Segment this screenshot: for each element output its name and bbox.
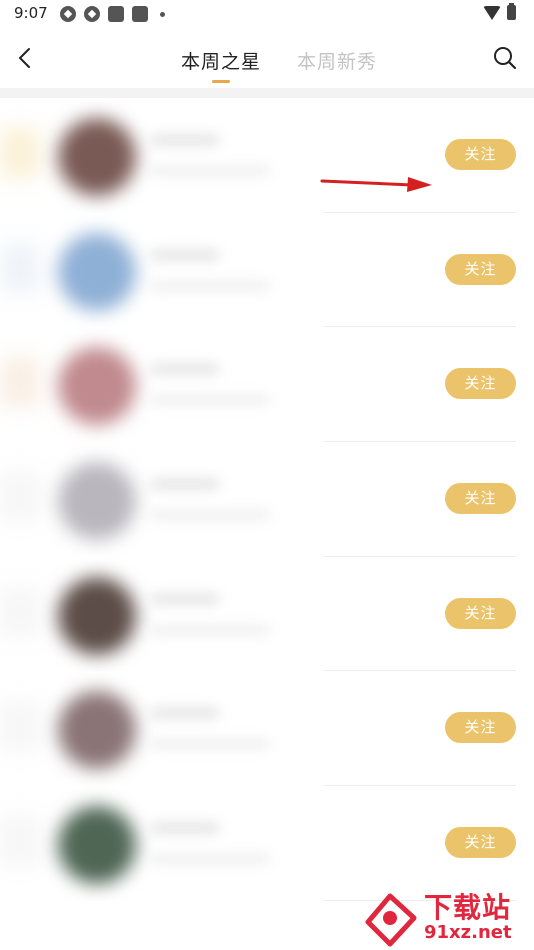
blurred-decoration	[0, 586, 40, 637]
search-icon[interactable]	[492, 45, 518, 71]
blurred-username	[150, 478, 220, 491]
blurred-description	[150, 510, 270, 521]
blurred-username	[150, 592, 220, 605]
red-arrow-annotation	[320, 177, 432, 192]
list-item[interactable]: 关注	[0, 327, 534, 442]
avatar[interactable]	[58, 462, 136, 541]
blurred-username	[150, 707, 220, 720]
watermark-url: 91xz.net	[424, 922, 512, 943]
list-item[interactable]: 关注	[0, 98, 534, 213]
avatar[interactable]	[58, 118, 136, 196]
list-item[interactable]: 关注	[0, 442, 534, 557]
blurred-user-info	[0, 327, 322, 442]
status-bar: 9:07	[0, 0, 534, 28]
list-item[interactable]: 关注	[0, 671, 534, 786]
blurred-username	[150, 363, 220, 376]
follow-button[interactable]: 关注	[445, 139, 516, 170]
tab-indicator	[212, 80, 230, 83]
wifi-icon	[483, 5, 501, 20]
blurred-username	[150, 822, 220, 835]
watermark-title: 下载站	[424, 891, 512, 924]
follow-button[interactable]: 关注	[445, 827, 516, 859]
follow-button[interactable]: 关注	[445, 368, 516, 400]
blurred-decoration	[0, 128, 40, 178]
blurred-user-info	[0, 786, 322, 901]
chevron-left-icon[interactable]	[14, 46, 38, 70]
avatar[interactable]	[58, 806, 136, 885]
list-item[interactable]: 关注	[0, 786, 534, 901]
blurred-user-info	[0, 98, 322, 213]
notification-icons	[60, 6, 165, 22]
blurred-description	[150, 624, 270, 635]
tab-weekly-newcomer[interactable]: 本周新秀	[297, 47, 377, 74]
blurred-user-info	[0, 557, 322, 672]
avatar[interactable]	[58, 347, 136, 426]
system-icons	[483, 3, 516, 20]
app-notification-icon	[60, 6, 76, 22]
top-navigation: 本周之星 本周新秀	[0, 28, 534, 90]
blurred-description	[150, 854, 270, 865]
watermark-logo-icon	[365, 893, 417, 947]
watermark: 下载站 91xz.net	[360, 886, 534, 950]
blurred-user-info	[0, 213, 322, 328]
follow-button[interactable]: 关注	[445, 253, 516, 285]
follow-button[interactable]: 关注	[445, 483, 516, 515]
follow-button[interactable]: 关注	[445, 597, 516, 629]
follow-button[interactable]: 关注	[445, 712, 516, 744]
status-time: 9:07	[14, 4, 48, 22]
blurred-decoration	[0, 701, 40, 752]
list-item[interactable]: 关注	[0, 213, 534, 328]
blurred-description	[150, 166, 270, 176]
blurred-username	[150, 248, 220, 261]
blurred-decoration	[0, 242, 40, 293]
blurred-decoration	[0, 357, 40, 408]
user-list: 关注 关注 关注 关注 关注 关注 关注	[0, 98, 534, 901]
blurred-description	[150, 280, 270, 291]
blurred-username	[150, 134, 220, 146]
list-item[interactable]: 关注	[0, 557, 534, 672]
blurred-user-info	[0, 442, 322, 557]
blurred-description	[150, 739, 270, 750]
battery-icon	[507, 3, 516, 20]
square-notification-icon	[132, 6, 148, 22]
blurred-description	[150, 395, 270, 406]
dot-icon	[160, 11, 165, 17]
avatar[interactable]	[58, 232, 136, 311]
blurred-decoration	[0, 816, 40, 867]
avatar[interactable]	[58, 576, 136, 655]
blurred-decoration	[0, 472, 40, 523]
square-notification-icon	[108, 6, 124, 22]
header-divider	[0, 88, 534, 98]
avatar[interactable]	[58, 691, 136, 770]
blurred-user-info	[0, 671, 322, 786]
tab-weekly-star[interactable]: 本周之星	[181, 47, 261, 74]
app-notification-icon	[84, 6, 100, 22]
